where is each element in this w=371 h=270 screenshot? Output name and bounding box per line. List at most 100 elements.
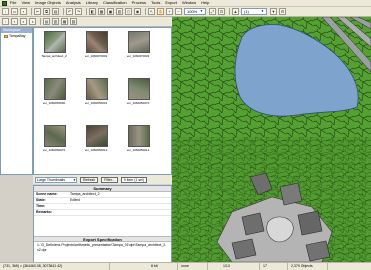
summary-value (68, 210, 70, 215)
paste-icon[interactable]: ▤ (52, 8, 59, 15)
summary-key: State: (36, 198, 46, 202)
open-folder-icon[interactable]: ▭ (11, 8, 18, 15)
thumbnail-item[interactable]: Tampa_architect_2 (40, 31, 68, 58)
menu-help[interactable]: Help (201, 0, 209, 6)
thumbnail-image (44, 31, 66, 53)
tree-item-tampabay[interactable]: TampaBay (1, 34, 32, 38)
view-settings-icon[interactable]: ⚙ (279, 8, 286, 15)
status-depth: 8 bit (148, 263, 178, 270)
menu-window[interactable]: Window (182, 0, 196, 6)
tool-2-icon[interactable]: ▪ (11, 18, 18, 25)
level-down-icon[interactable]: ▼ (270, 8, 277, 15)
tool-5-icon[interactable]: ▤ (43, 18, 50, 25)
grid-icon[interactable]: ▦ (98, 8, 105, 15)
status-coords: (731, 365) = (364460.08, 3073641.42) (0, 263, 110, 270)
thumbnail-item[interactable]: ver_1060050090 (40, 78, 68, 105)
menu-process[interactable]: Process (132, 0, 146, 6)
thumbnail-item[interactable]: ver_1060050001 (82, 78, 110, 105)
menu-view[interactable]: View (21, 0, 30, 6)
thumbnail-caption: ver_1060070002 (84, 54, 108, 58)
polygon-icon[interactable]: ⬠ (125, 8, 132, 15)
summary-value (68, 204, 70, 209)
thumbnail-item[interactable]: ver_1060070002 (82, 31, 110, 58)
level-up-icon[interactable]: ▲ (232, 8, 239, 15)
pointer-icon[interactable]: ↖ (148, 8, 155, 15)
zoom-select[interactable]: 100% ▼ (184, 8, 206, 15)
filter-button[interactable]: Filter... (101, 176, 118, 183)
layer-icon[interactable]: ◧ (89, 8, 96, 15)
tool-8-icon[interactable]: ▧ (70, 18, 77, 25)
new-project-icon[interactable]: ▫ (2, 8, 9, 15)
summary-value: Tampa_architect_2 (70, 192, 100, 196)
tool-6-icon[interactable]: ▥ (52, 18, 59, 25)
zoom-out-icon[interactable]: − (175, 8, 182, 15)
thumbnail-caption: ver_1060050012 (84, 148, 108, 152)
save-icon[interactable]: ▪ (20, 8, 27, 15)
segmentation-map[interactable] (172, 17, 371, 262)
undo-icon[interactable]: ↶ (66, 8, 73, 15)
thumbnail-image (128, 78, 150, 100)
roof-segment (305, 240, 331, 262)
menu-library[interactable]: Library (86, 0, 98, 6)
zoom-in-icon[interactable]: + (166, 8, 173, 15)
toolbar-separator (40, 18, 41, 25)
tool-3-icon[interactable]: ◐ (20, 18, 27, 25)
toolbar-separator (86, 8, 87, 15)
thumbnail-item[interactable]: ver_1060050070 (124, 78, 152, 105)
zoom-area-icon[interactable]: ⊡ (218, 8, 225, 15)
thumbnail-item[interactable]: ver_1060050070 (40, 125, 68, 152)
menu-tools[interactable]: Tools (151, 0, 160, 6)
redo-icon[interactable]: ↷ (75, 8, 82, 15)
chart-icon[interactable]: ▥ (116, 8, 123, 15)
thumbnail-image (86, 125, 108, 147)
roof-segment (231, 238, 257, 260)
level-select[interactable]: (1) ▼ (241, 8, 267, 15)
summary-key: Time: (36, 204, 46, 208)
pan-icon[interactable]: ✋ (157, 8, 164, 15)
tool-1-icon[interactable]: ▫ (2, 18, 9, 25)
export-path: 1: \3_Definiens Projects\arithmetic_pres… (37, 243, 167, 252)
fit-window-icon[interactable]: ⤢ (209, 8, 216, 15)
menu-classification[interactable]: Classification (103, 0, 127, 6)
tree-item-label: TampaBay (9, 34, 26, 38)
eye-icon[interactable]: ◉ (134, 8, 141, 15)
refresh-button[interactable]: Refresh (80, 176, 99, 183)
summary-value: Edited (70, 198, 80, 202)
menu-file[interactable]: File (10, 0, 16, 6)
toolbar-separator (31, 8, 32, 15)
thumbnail-caption: Tampa_architect_2 (41, 54, 67, 58)
thumbnail-item[interactable]: ver_1060070003 (124, 31, 152, 58)
thumbnail-image (44, 78, 66, 100)
thumbnail-item[interactable]: ver_1060050012 (82, 125, 110, 152)
menu-image-objects[interactable]: Image Objects (35, 0, 61, 6)
cut-icon[interactable]: ✂ (34, 8, 41, 15)
view-mode-select[interactable]: Large Thumbnails ▼ (35, 176, 77, 183)
chevron-down-icon: ▼ (73, 177, 76, 182)
summary-row: Remarks: (34, 210, 171, 216)
toolbar-separator (229, 8, 230, 15)
summary-key: Remarks: (36, 210, 52, 214)
level-value: (1) (244, 9, 249, 14)
tool-4-icon[interactable]: ◑ (29, 18, 36, 25)
thumbnail-caption: ver_1060050090 (42, 101, 66, 105)
thumbnail-caption: ver_1060050013 (126, 148, 150, 152)
image-view[interactable] (172, 17, 371, 262)
status-objects: 2,379 Objects (288, 263, 328, 270)
menu-analysis[interactable]: Analysis (66, 0, 81, 6)
left-panel: Workspace TampaBay Tampa_architect_2 ver… (0, 27, 172, 265)
status-field: 17 (260, 263, 288, 270)
thumbnail-controls: Large Thumbnails ▼ Refresh Filter... 9 i… (33, 175, 172, 184)
menu-export[interactable]: Export (165, 0, 177, 6)
summary-key: Scene name: (36, 192, 58, 196)
thumbnail-image (86, 31, 108, 53)
chevron-down-icon: ▼ (261, 9, 264, 13)
app-icon (2, 0, 7, 6)
tool-7-icon[interactable]: ▦ (61, 18, 68, 25)
thumbnail-item[interactable]: ver_1060050013 (124, 125, 152, 152)
image-icon[interactable]: ▣ (107, 8, 114, 15)
copy-icon[interactable]: ⧉ (43, 8, 50, 15)
main-toolbar: ▫ ▭ ▪ ✂ ⧉ ▤ ↶ ↷ ◧ ▦ ▣ ▥ ⬠ ◉ ↖ ✋ + − 100%… (0, 7, 371, 17)
status-bar: (731, 365) = (364460.08, 3073641.42) 8 b… (0, 262, 371, 270)
thumbnail-panel: Tampa_architect_2 ver_1060070002 ver_106… (33, 27, 172, 175)
chevron-down-icon: ▼ (200, 9, 203, 13)
